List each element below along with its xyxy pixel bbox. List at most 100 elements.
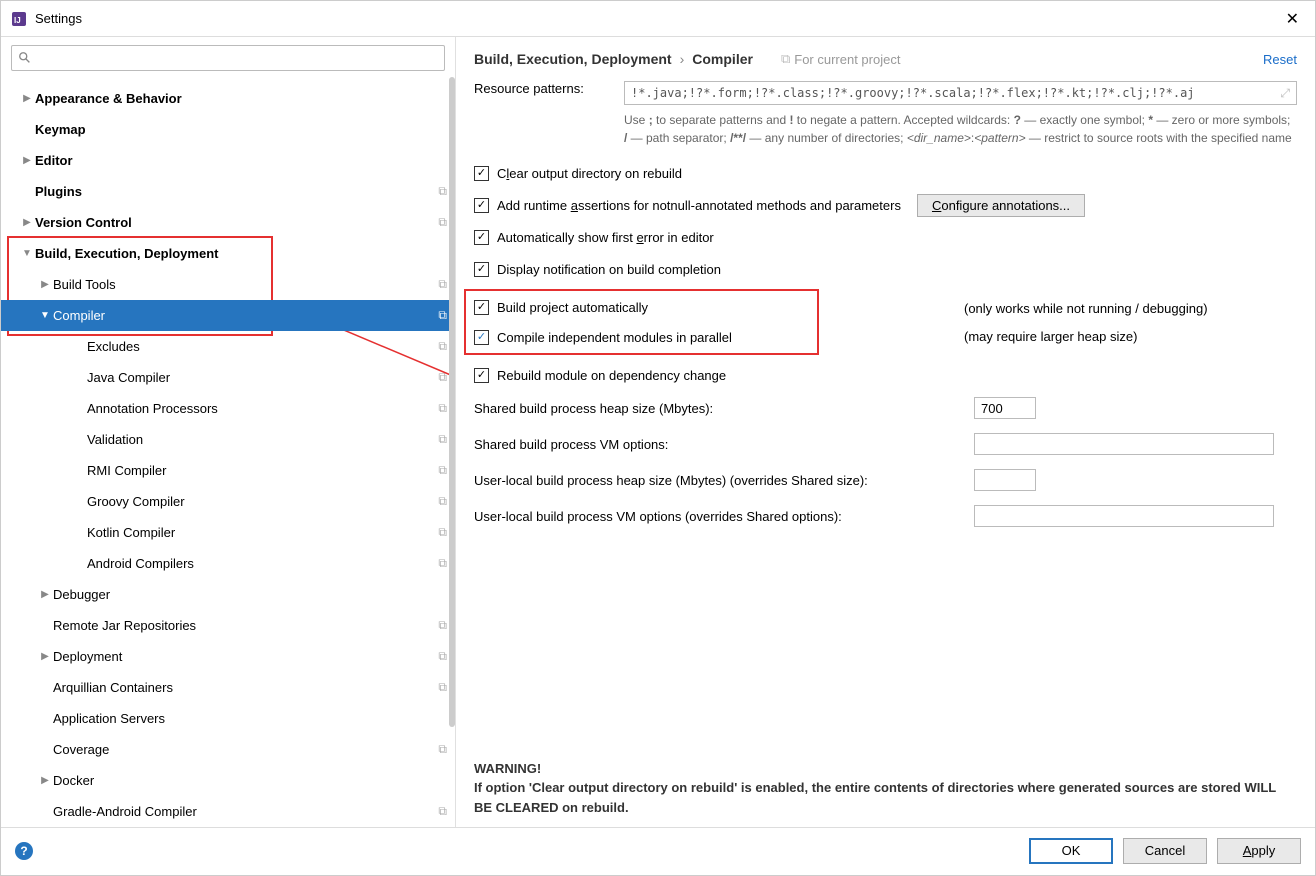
breadcrumb: Build, Execution, Deployment›Compiler xyxy=(474,51,753,67)
copy-icon: ⧉ xyxy=(438,804,447,819)
ok-button[interactable]: OK xyxy=(1029,838,1113,864)
shared-vm-label: Shared build process VM options: xyxy=(474,437,974,452)
search-box[interactable] xyxy=(11,45,445,71)
tree-item-build-execution-deployment[interactable]: ▼Build, Execution, Deployment xyxy=(1,238,455,269)
tree-item-plugins[interactable]: ▶Plugins⧉ xyxy=(1,176,455,207)
clear-output-label: Clear output directory on rebuild xyxy=(497,166,682,181)
resource-patterns-input[interactable]: !*.java;!?*.form;!?*.class;!?*.groovy;!?… xyxy=(624,81,1297,105)
help-button[interactable]: ? xyxy=(15,842,33,860)
configure-annotations-button[interactable]: Configure annotations... xyxy=(917,194,1085,217)
sidebar: ▶Appearance & Behavior▶Keymap▶Editor▶Plu… xyxy=(1,37,456,827)
display-notification-label: Display notification on build completion xyxy=(497,262,721,277)
window-title: Settings xyxy=(35,11,1280,26)
search-icon xyxy=(18,51,32,65)
copy-icon: ⧉ xyxy=(438,618,447,633)
search-input[interactable] xyxy=(36,51,438,66)
app-icon: IJ xyxy=(11,11,27,27)
for-project-label: ⧉ For current project xyxy=(781,51,901,67)
tree-item-appearance-behavior[interactable]: ▶Appearance & Behavior xyxy=(1,83,455,114)
close-button[interactable]: ✕ xyxy=(1280,7,1305,31)
tree-item-label: Keymap xyxy=(35,122,447,137)
tree-item-groovy-compiler[interactable]: ▶Groovy Compiler⧉ xyxy=(1,486,455,517)
chevron-right-icon: ▶ xyxy=(37,589,53,600)
user-heap-label: User-local build process heap size (Mbyt… xyxy=(474,473,974,488)
compile-parallel-label: Compile independent modules in parallel xyxy=(497,330,732,345)
tree-item-label: Java Compiler xyxy=(87,370,438,385)
rebuild-dependency-label: Rebuild module on dependency change xyxy=(497,368,726,383)
chevron-right-icon: ▶ xyxy=(37,279,53,290)
reset-link[interactable]: Reset xyxy=(1263,52,1297,67)
tree-item-label: Groovy Compiler xyxy=(87,494,438,509)
tree-item-gradle-android-compiler[interactable]: ▶Gradle-Android Compiler⧉ xyxy=(1,796,455,827)
tree-item-arquillian-containers[interactable]: ▶Arquillian Containers⧉ xyxy=(1,672,455,703)
chevron-right-icon: ▶ xyxy=(19,93,35,104)
tree-item-label: Build, Execution, Deployment xyxy=(35,246,447,261)
tree-item-label: Application Servers xyxy=(53,711,447,726)
tree-item-label: Android Compilers xyxy=(87,556,438,571)
tree-item-annotation-processors[interactable]: ▶Annotation Processors⧉ xyxy=(1,393,455,424)
tree-item-docker[interactable]: ▶Docker xyxy=(1,765,455,796)
settings-tree[interactable]: ▶Appearance & Behavior▶Keymap▶Editor▶Plu… xyxy=(1,79,455,827)
runtime-assertions-checkbox[interactable] xyxy=(474,198,489,213)
user-heap-input[interactable] xyxy=(974,469,1036,491)
apply-button[interactable]: Apply xyxy=(1217,838,1301,864)
warning-block: WARNING! If option 'Clear output directo… xyxy=(474,739,1297,818)
tree-item-remote-jar-repositories[interactable]: ▶Remote Jar Repositories⧉ xyxy=(1,610,455,641)
content-panel: Build, Execution, Deployment›Compiler ⧉ … xyxy=(456,37,1315,827)
copy-icon: ⧉ xyxy=(438,370,447,385)
tree-item-java-compiler[interactable]: ▶Java Compiler⧉ xyxy=(1,362,455,393)
tree-item-deployment[interactable]: ▶Deployment⧉ xyxy=(1,641,455,672)
shared-vm-input[interactable] xyxy=(974,433,1274,455)
tree-item-label: Validation xyxy=(87,432,438,447)
compile-parallel-checkbox[interactable] xyxy=(474,330,489,345)
copy-icon: ⧉ xyxy=(438,463,447,478)
copy-icon: ⧉ xyxy=(438,339,447,354)
tree-item-label: Remote Jar Repositories xyxy=(53,618,438,633)
expand-icon[interactable]: ⤢ xyxy=(1280,86,1290,101)
footer: ? OK Cancel Apply xyxy=(1,827,1315,873)
titlebar: IJ Settings ✕ xyxy=(1,1,1315,37)
tree-item-application-servers[interactable]: ▶Application Servers xyxy=(1,703,455,734)
svg-text:IJ: IJ xyxy=(14,16,21,25)
tree-item-android-compilers[interactable]: ▶Android Compilers⧉ xyxy=(1,548,455,579)
user-vm-input[interactable] xyxy=(974,505,1274,527)
compile-parallel-note: (may require larger heap size) xyxy=(964,329,1137,344)
auto-show-error-checkbox[interactable] xyxy=(474,230,489,245)
tree-item-editor[interactable]: ▶Editor xyxy=(1,145,455,176)
tree-item-label: Appearance & Behavior xyxy=(35,91,447,106)
tree-item-label: Annotation Processors xyxy=(87,401,438,416)
chevron-down-icon: ▼ xyxy=(19,248,35,259)
tree-item-coverage[interactable]: ▶Coverage⧉ xyxy=(1,734,455,765)
tree-item-label: Kotlin Compiler xyxy=(87,525,438,540)
copy-icon: ⧉ xyxy=(781,51,790,67)
tree-item-label: Version Control xyxy=(35,215,438,230)
copy-icon: ⧉ xyxy=(438,432,447,447)
tree-item-version-control[interactable]: ▶Version Control⧉ xyxy=(1,207,455,238)
display-notification-checkbox[interactable] xyxy=(474,262,489,277)
copy-icon: ⧉ xyxy=(438,680,447,695)
chevron-right-icon: ▶ xyxy=(37,651,53,662)
copy-icon: ⧉ xyxy=(438,742,447,757)
rebuild-dependency-checkbox[interactable] xyxy=(474,368,489,383)
tree-item-debugger[interactable]: ▶Debugger xyxy=(1,579,455,610)
tree-item-compiler[interactable]: ▼Compiler⧉ xyxy=(1,300,455,331)
tree-item-kotlin-compiler[interactable]: ▶Kotlin Compiler⧉ xyxy=(1,517,455,548)
tree-item-excludes[interactable]: ▶Excludes⧉ xyxy=(1,331,455,362)
sidebar-scrollbar[interactable] xyxy=(449,77,455,727)
copy-icon: ⧉ xyxy=(438,525,447,540)
tree-item-label: Deployment xyxy=(53,649,438,664)
cancel-button[interactable]: Cancel xyxy=(1123,838,1207,864)
copy-icon: ⧉ xyxy=(438,308,447,323)
copy-icon: ⧉ xyxy=(438,215,447,230)
clear-output-checkbox[interactable] xyxy=(474,166,489,181)
tree-item-validation[interactable]: ▶Validation⧉ xyxy=(1,424,455,455)
tree-item-label: Coverage xyxy=(53,742,438,757)
tree-item-build-tools[interactable]: ▶Build Tools⧉ xyxy=(1,269,455,300)
build-auto-checkbox[interactable] xyxy=(474,300,489,315)
runtime-assertions-label: Add runtime assertions for notnull-annot… xyxy=(497,198,901,213)
copy-icon: ⧉ xyxy=(438,649,447,664)
tree-item-keymap[interactable]: ▶Keymap xyxy=(1,114,455,145)
tree-item-label: Compiler xyxy=(53,308,438,323)
tree-item-rmi-compiler[interactable]: ▶RMI Compiler⧉ xyxy=(1,455,455,486)
shared-heap-input[interactable] xyxy=(974,397,1036,419)
